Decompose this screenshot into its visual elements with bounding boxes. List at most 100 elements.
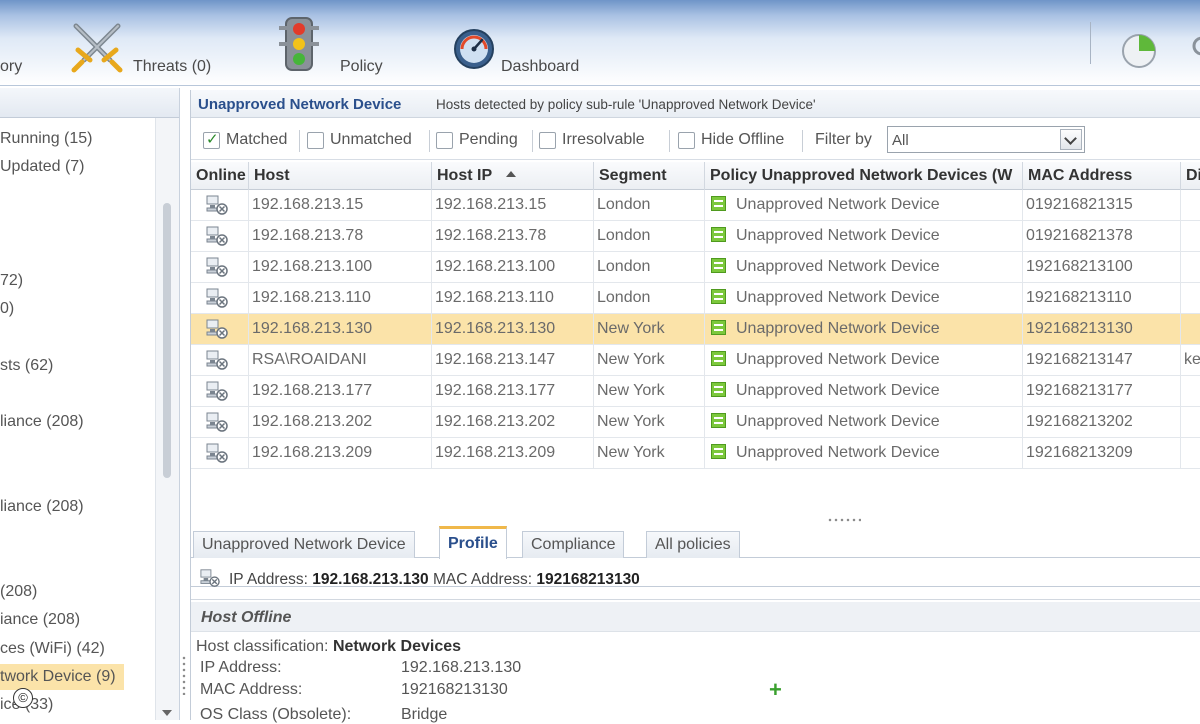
- scroll-down-arrow-icon[interactable]: [162, 710, 172, 716]
- cell-policy-text: Unapproved Network Device: [736, 444, 940, 461]
- detail-mac-value: 192168213130: [401, 681, 508, 698]
- filter-by-select[interactable]: All: [887, 126, 1085, 153]
- tree-item-label: (208): [0, 583, 38, 600]
- tree-item[interactable]: sts (62): [0, 353, 59, 379]
- cell-extra: [1181, 314, 1200, 345]
- navigation-tree-header: [0, 88, 179, 118]
- cell-host-ip: 192.168.213.209: [432, 438, 594, 469]
- column-header-host[interactable]: Host: [249, 162, 432, 190]
- detail-mac-label: MAC Address:: [200, 681, 303, 698]
- tree-item[interactable]: ces (WiFi) (42): [0, 636, 111, 662]
- main-panel: Unapproved Network Device Hosts detected…: [190, 90, 1200, 723]
- cell-mac-address: 192168213202: [1023, 407, 1181, 438]
- table-row[interactable]: 192.168.213.209 192.168.213.209 New York Un…: [191, 438, 1200, 469]
- cell-policy: Unapproved Network Device: [705, 190, 1023, 221]
- toolbar-history-label: ory: [0, 58, 23, 75]
- chevron-down-icon[interactable]: [1060, 129, 1082, 150]
- cell-host-text: 192.168.213.202: [252, 413, 373, 430]
- tree-item-label: liance (208): [0, 498, 84, 515]
- tree-item[interactable]: 0): [0, 296, 20, 322]
- cell-mac-address: 192168213110: [1023, 283, 1181, 314]
- tree-item[interactable]: liance (208): [0, 494, 90, 520]
- column-header-label: Segment: [599, 167, 667, 184]
- cell-mac-address: 192168213147: [1023, 345, 1181, 376]
- matched-checkbox[interactable]: [203, 130, 220, 149]
- tree-scrollbar[interactable]: [155, 118, 179, 720]
- tree-item-label: liance (208): [0, 413, 84, 430]
- toolbar-item-history[interactable]: ory: [0, 0, 40, 86]
- cell-policy-text: Unapproved Network Device: [736, 227, 940, 244]
- cell-host-text: 192.168.213.78: [252, 227, 364, 244]
- cell-host: 192.168.213.202: [249, 407, 432, 438]
- cell-mac-address-text: 192168213147: [1026, 351, 1133, 368]
- cell-host: 192.168.213.177: [249, 376, 432, 407]
- table-row[interactable]: 192.168.213.78 192.168.213.78 London Unappr…: [191, 221, 1200, 252]
- tree-item[interactable]: Running (15): [0, 126, 99, 152]
- column-header-segment[interactable]: Segment: [594, 162, 705, 190]
- toolbar-dashboard-label: Dashboard: [501, 58, 580, 75]
- navigation-tree: Running (15) Updated (7) 72) 0) sts (62)…: [0, 88, 180, 720]
- cell-policy-text: Unapproved Network Device: [736, 196, 940, 213]
- policy-list-icon: [711, 382, 726, 397]
- tree-item-label: Updated (7): [0, 158, 85, 175]
- column-header-policy[interactable]: Policy Unapproved Network Devices (W: [705, 162, 1023, 190]
- detail-ip-label: IP Address:: [200, 659, 282, 676]
- toolbar-threats-label: Threats (0): [133, 58, 212, 75]
- tab-label: Unapproved Network Device: [202, 536, 406, 553]
- cell-policy: Unapproved Network Device: [705, 314, 1023, 345]
- host-info-line: IP Address: 192.168.213.130 MAC Address:…: [191, 560, 1200, 600]
- panel-resize-grip[interactable]: [182, 655, 186, 695]
- table-row[interactable]: 192.168.213.130 192.168.213.130 New York Un…: [191, 314, 1200, 345]
- pending-checkbox[interactable]: [436, 132, 453, 149]
- toolbar-item-policy[interactable]: Policy: [270, 0, 400, 86]
- cell-online: [191, 252, 249, 283]
- table-row[interactable]: 192.168.213.110 192.168.213.110 London Unap…: [191, 283, 1200, 314]
- tree-item[interactable]: (208): [0, 579, 43, 605]
- hide-offline-checkbox[interactable]: [678, 132, 695, 149]
- column-header-mac-address[interactable]: MAC Address: [1023, 162, 1181, 190]
- tree-item[interactable]: 72): [0, 268, 29, 294]
- tree-item[interactable]: liance (208): [0, 409, 90, 435]
- cell-host-ip-text: 192.168.213.209: [435, 444, 556, 461]
- tree-item-selected[interactable]: twork Device (9): [0, 664, 124, 690]
- table-row[interactable]: 192.168.213.15 192.168.213.15 London Unappr…: [191, 190, 1200, 221]
- table-row[interactable]: 192.168.213.202 192.168.213.202 New York Un…: [191, 407, 1200, 438]
- cell-segment-text: London: [597, 227, 651, 244]
- partial-icon[interactable]: [1190, 32, 1200, 62]
- cell-host-ip-text: 192.168.213.177: [435, 382, 556, 399]
- table-row[interactable]: 192.168.213.177 192.168.213.177 New York Un…: [191, 376, 1200, 407]
- cell-mac-address: 192168213130: [1023, 314, 1181, 345]
- cell-host-ip-text: 192.168.213.147: [435, 351, 556, 368]
- table-row[interactable]: 192.168.213.100 192.168.213.100 London Unap…: [191, 252, 1200, 283]
- unmatched-checkbox[interactable]: [307, 132, 324, 149]
- cell-mac-address-text: 192168213110: [1026, 289, 1132, 306]
- add-icon[interactable]: +: [769, 679, 782, 701]
- table-row[interactable]: RSA\ROAIDANI 192.168.213.147 New York Unapp…: [191, 345, 1200, 376]
- cell-extra: [1181, 407, 1200, 438]
- tab-compliance[interactable]: Compliance: [522, 531, 625, 558]
- toolbar-item-threats[interactable]: Threats (0): [62, 0, 232, 86]
- cell-policy: Unapproved Network Device: [705, 221, 1023, 252]
- column-header-online[interactable]: Online: [191, 162, 249, 190]
- column-header-label: Host: [254, 167, 290, 184]
- policy-list-icon: [711, 196, 726, 211]
- cell-segment-text: London: [597, 258, 651, 275]
- tab-all-policies[interactable]: All policies: [646, 531, 740, 558]
- tree-item[interactable]: Updated (7): [0, 154, 91, 180]
- toolbar-item-dashboard[interactable]: Dashboard: [450, 0, 600, 86]
- tab-profile[interactable]: Profile: [439, 526, 507, 559]
- irresolvable-checkbox[interactable]: [539, 132, 556, 149]
- tab-unapproved-network-device[interactable]: Unapproved Network Device: [193, 531, 415, 558]
- tree-item[interactable]: iance (208): [0, 607, 86, 633]
- column-header-host-ip[interactable]: Host IP: [432, 162, 594, 190]
- pie-chart-icon[interactable]: [1120, 30, 1160, 70]
- policy-list-icon: [711, 320, 726, 335]
- column-header-extra[interactable]: Di: [1181, 162, 1200, 190]
- horizontal-splitter[interactable]: [827, 518, 861, 522]
- tree-scrollbar-thumb[interactable]: [163, 203, 171, 478]
- host-classification: Host classification: Network Devices: [196, 638, 461, 656]
- sort-ascending-icon: [506, 171, 517, 177]
- tree-item-label: 72): [0, 272, 24, 289]
- cell-extra: [1181, 221, 1200, 252]
- host-status-text: Host Offline: [201, 609, 292, 626]
